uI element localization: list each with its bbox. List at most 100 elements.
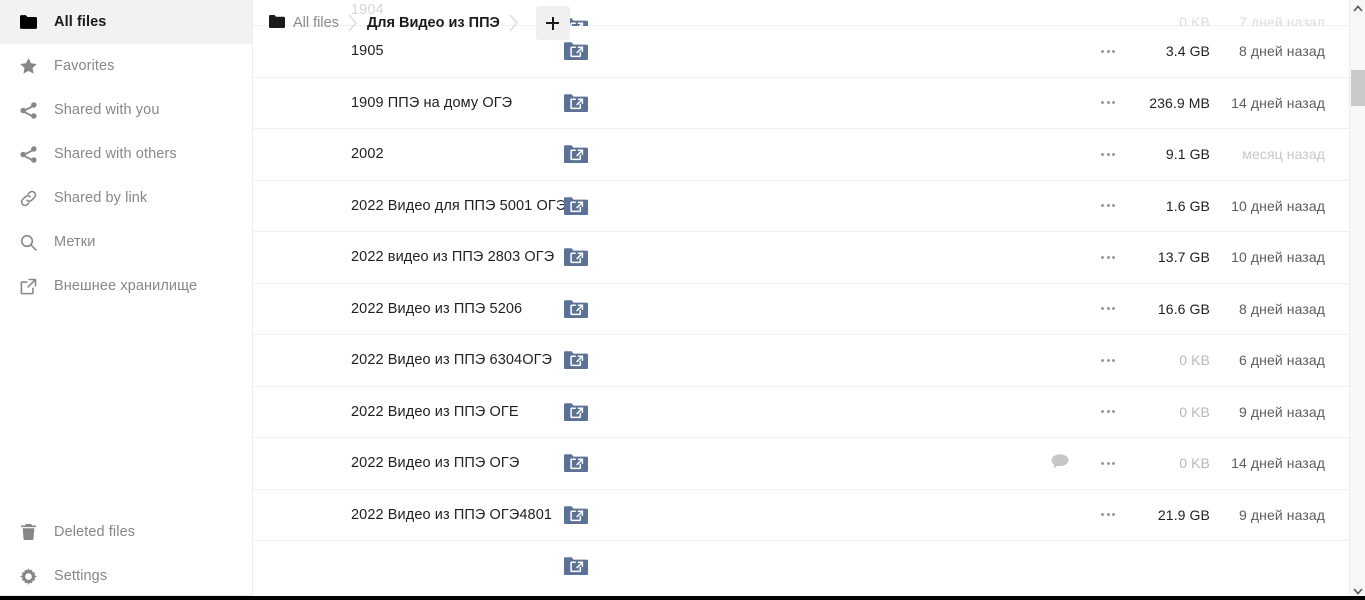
file-name[interactable]: 2022 Видео для ППЭ 5001 ОГЭ	[351, 198, 566, 214]
breadcrumb-item-all-files[interactable]: All files	[269, 14, 339, 32]
table-row[interactable]: 2022 Видео из ППЭ 5206 16.6 GB 8 дней наза…	[253, 283, 1365, 335]
ellipsis-icon[interactable]	[1093, 40, 1123, 62]
sidebar-item-6[interactable]: Внешнее хранилище	[0, 264, 252, 308]
file-size: 21.9 GB	[1157, 506, 1210, 523]
trash-icon	[12, 516, 44, 548]
file-modified-date: 8 дней назад	[1238, 300, 1325, 317]
folder-icon	[12, 6, 44, 38]
file-size: 0 KB	[1179, 403, 1210, 420]
ellipsis-icon[interactable]	[1093, 504, 1123, 526]
ellipsis-icon[interactable]	[1093, 246, 1123, 268]
file-modified-date: 10 дней назад	[1231, 249, 1325, 266]
file-name[interactable]: 2022 Видео из ППЭ ОГЭ	[351, 455, 519, 471]
file-modified-date: 6 дней назад	[1238, 352, 1325, 369]
file-size: 0 KB	[1179, 455, 1210, 472]
file-name[interactable]: 1905	[351, 43, 384, 59]
file-size: 9.1 GB	[1165, 146, 1210, 163]
table-row[interactable]: 1905 3.4 GB 8 дней назад	[253, 26, 1365, 78]
sidebar-item-2[interactable]: Shared with you	[0, 88, 252, 132]
sidebar-item-0[interactable]: All files	[0, 0, 252, 44]
shared-folder-icon	[563, 244, 589, 270]
scrollbar-up-arrow[interactable]	[1350, 0, 1365, 17]
file-name[interactable]: 2022 Видео из ППЭ ОГЭ4801	[351, 507, 552, 523]
star-icon	[12, 50, 44, 82]
gear-icon	[12, 560, 44, 592]
file-modified-date: месяц назад	[1242, 146, 1325, 163]
breadcrumb-item-current[interactable]: Для Видео из ППЭ	[367, 15, 500, 31]
file-manager-app: All files Favorites Shared with you Shared …	[0, 0, 1365, 600]
link-icon	[12, 182, 44, 214]
sidebar-item-label: All files	[54, 14, 107, 30]
sidebar-item-label: Shared by link	[54, 190, 148, 206]
file-size: 13.7 GB	[1157, 249, 1210, 266]
vertical-scrollbar[interactable]	[1349, 0, 1365, 600]
sidebar: All files Favorites Shared with you Shared …	[0, 0, 253, 600]
file-modified-date: 14 дней назад	[1231, 455, 1325, 472]
sidebar-item-4[interactable]: Shared by link	[0, 176, 252, 220]
file-size: 16.6 GB	[1157, 300, 1210, 317]
file-name[interactable]: 2022 Видео из ППЭ ОГЕ	[351, 404, 519, 420]
share-icon	[12, 94, 44, 126]
file-modified-date: 9 дней назад	[1238, 506, 1325, 523]
file-name[interactable]: 1909 ППЭ на дому ОГЭ	[351, 95, 512, 111]
file-modified-date: 10 дней назад	[1231, 197, 1325, 214]
sidebar-item-label: Внешнее хранилище	[54, 278, 198, 294]
sidebar-item-label: Метки	[54, 234, 96, 250]
ellipsis-icon[interactable]	[1093, 92, 1123, 114]
share-icon	[12, 138, 44, 170]
sidebar-item-101[interactable]: Settings	[0, 554, 252, 598]
sidebar-nav-list: All files Favorites Shared with you Shared …	[0, 0, 252, 308]
shared-folder-icon	[563, 450, 589, 476]
file-name[interactable]: 2002	[351, 146, 384, 162]
table-row[interactable]	[253, 541, 1365, 575]
external-storage-icon	[12, 270, 44, 302]
ellipsis-icon[interactable]	[1093, 195, 1123, 217]
shared-folder-icon	[563, 347, 589, 373]
scrollbar-thumb[interactable]	[1351, 70, 1365, 106]
table-row[interactable]: 2022 Видео для ППЭ 5001 ОГЭ 1.6 GB 10 дней…	[253, 180, 1365, 232]
file-name[interactable]: 2022 видео из ППЭ 2803 ОГЭ	[351, 249, 554, 265]
chevron-right-icon-2	[500, 9, 528, 37]
chevron-right-icon	[339, 9, 367, 37]
file-list: 1904 0 KB 7 дней назад 1905 3.4 GB 8 дней наз…	[253, 0, 1365, 575]
folder-icon	[269, 14, 285, 32]
sidebar-item-3[interactable]: Shared with others	[0, 132, 252, 176]
sidebar-item-label: Deleted files	[54, 524, 136, 540]
breadcrumb-all-files-label: All files	[293, 15, 339, 31]
file-size: 236.9 MB	[1149, 94, 1210, 111]
table-row[interactable]: 2022 Видео из ППЭ ОГЕ 0 KB 9 дней назад	[253, 386, 1365, 438]
table-row[interactable]: 2022 Видео из ППЭ ОГЭ4801 21.9 GB 9 дней н…	[253, 489, 1365, 541]
ellipsis-icon[interactable]	[1093, 401, 1123, 423]
sidebar-item-label: Shared with others	[54, 146, 177, 162]
file-size: 0 KB	[1179, 352, 1210, 369]
shared-folder-icon	[563, 399, 589, 425]
table-row[interactable]: 2022 видео из ППЭ 2803 ОГЭ 13.7 GB 10 дней…	[253, 232, 1365, 284]
sidebar-item-100[interactable]: Deleted files	[0, 510, 252, 554]
ellipsis-icon[interactable]	[1093, 298, 1123, 320]
comment-bubble-icon[interactable]	[1050, 453, 1070, 473]
table-row[interactable]: 2002 9.1 GB месяц назад	[253, 129, 1365, 181]
file-size: 1.6 GB	[1165, 197, 1210, 214]
table-row[interactable]: 1909 ППЭ на дому ОГЭ 236.9 MB 14 дней наза…	[253, 77, 1365, 129]
sidebar-item-label: Shared with you	[54, 102, 160, 118]
ellipsis-icon[interactable]	[1093, 452, 1123, 474]
sidebar-item-5[interactable]: Метки	[0, 220, 252, 264]
main-content: 1904 0 KB 7 дней назад 1905 3.4 GB 8 дней наз…	[253, 0, 1365, 600]
sidebar-item-label: Favorites	[54, 58, 115, 74]
file-modified-date: 14 дней назад	[1231, 94, 1325, 111]
file-modified-date: 8 дней назад	[1238, 43, 1325, 60]
sidebar-item-label: Settings	[54, 568, 108, 584]
shared-folder-icon	[563, 38, 589, 64]
shared-folder-icon	[563, 502, 589, 528]
table-row[interactable]: 2022 Видео из ППЭ ОГЭ 0 KB 14 дней назад	[253, 438, 1365, 490]
table-row[interactable]: 2022 Видео из ППЭ 6304ОГЭ 0 KB 6 дней наза…	[253, 335, 1365, 387]
ellipsis-icon[interactable]	[1093, 349, 1123, 371]
ellipsis-icon[interactable]	[1093, 143, 1123, 165]
sidebar-bottom-nav: Deleted files Settings	[0, 510, 252, 598]
sidebar-item-1[interactable]: Favorites	[0, 44, 252, 88]
add-new-button[interactable]	[535, 6, 570, 40]
file-name[interactable]: 2022 Видео из ППЭ 5206	[351, 301, 522, 317]
shared-folder-icon	[563, 141, 589, 167]
search-icon	[12, 226, 44, 258]
file-name[interactable]: 2022 Видео из ППЭ 6304ОГЭ	[351, 352, 552, 368]
